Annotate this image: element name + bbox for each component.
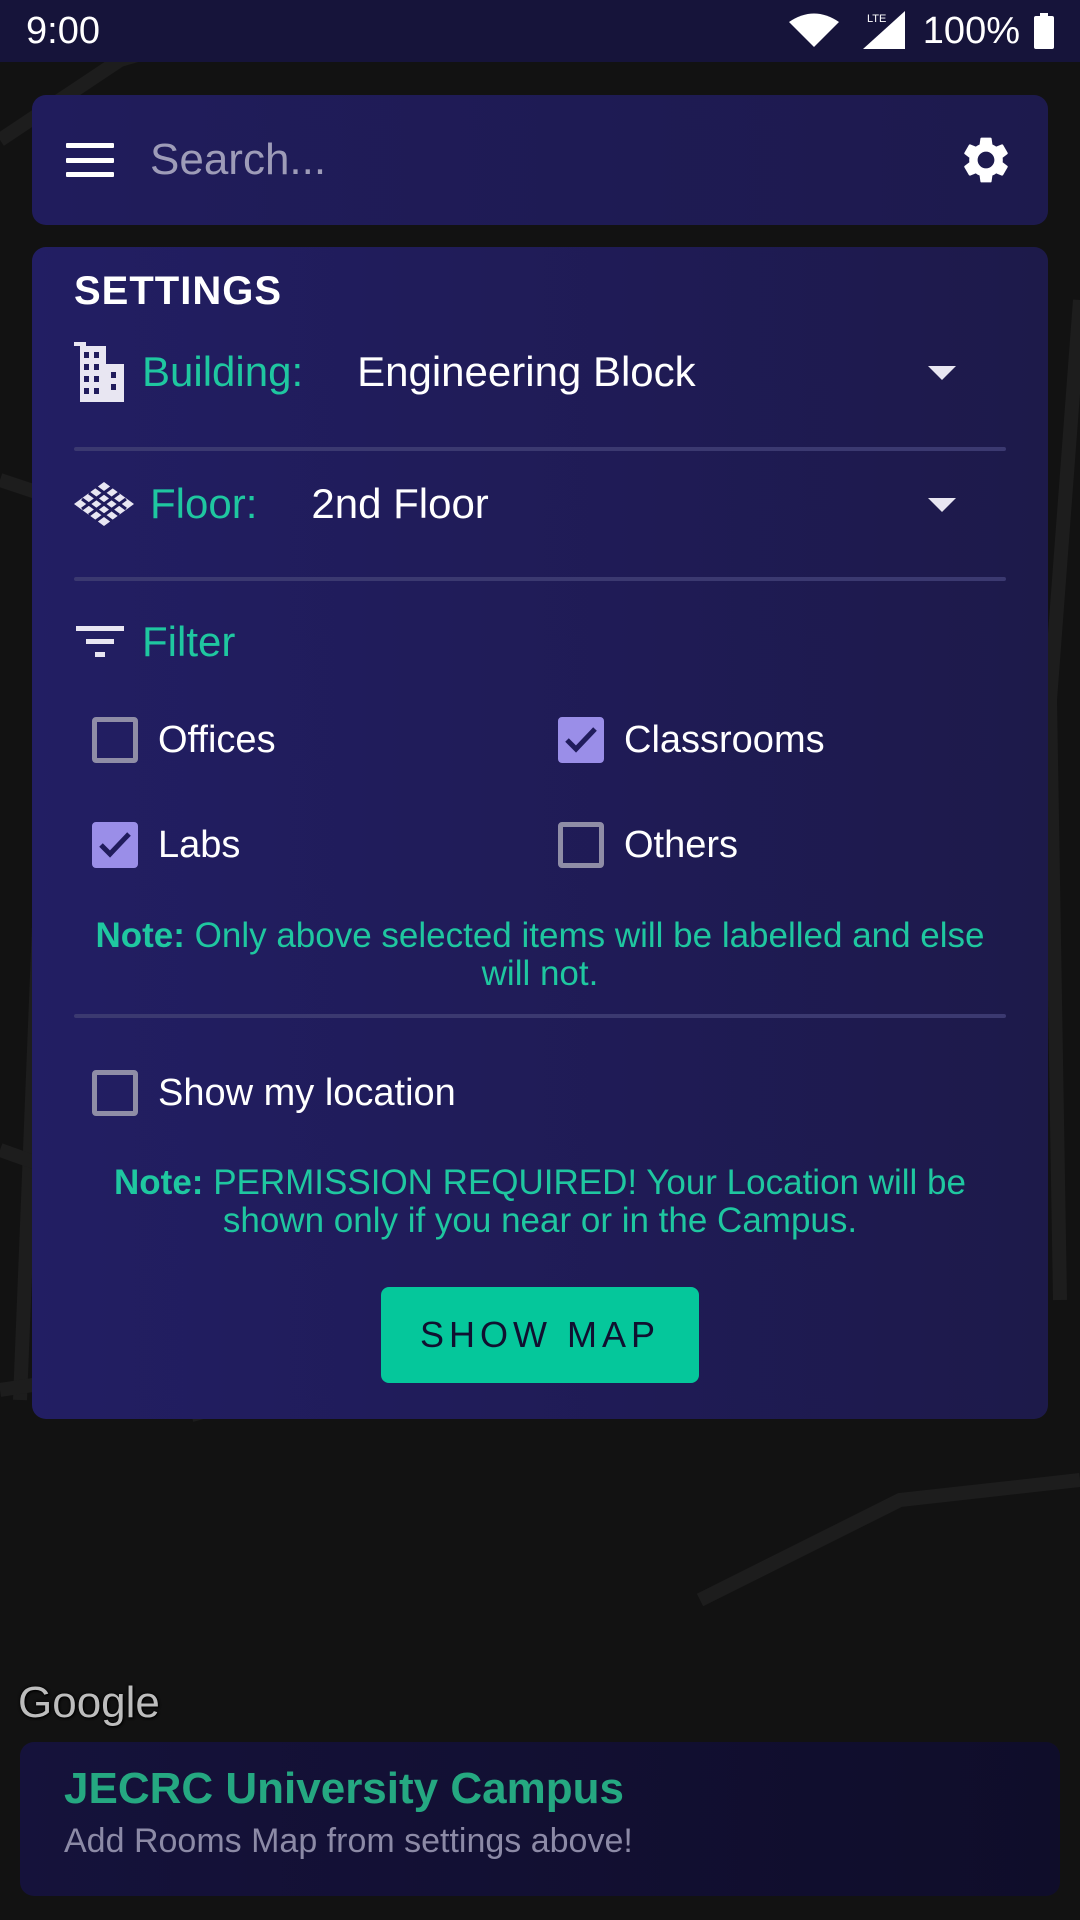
- divider: [74, 1014, 1006, 1018]
- checkbox-box: [558, 717, 604, 763]
- network-type-label: LTE: [867, 13, 886, 25]
- show-map-button[interactable]: SHOW MAP: [381, 1287, 699, 1383]
- checkbox-box: [558, 822, 604, 868]
- filter-offices-checkbox[interactable]: Offices: [92, 717, 276, 763]
- show-location-checkbox[interactable]: Show my location: [92, 1070, 456, 1116]
- location-note-prefix: Note:: [114, 1163, 204, 1202]
- checkbox-box: [92, 1070, 138, 1116]
- checkbox-box: [92, 717, 138, 763]
- filter-classrooms-checkbox[interactable]: Classrooms: [558, 717, 825, 763]
- show-location-label: Show my location: [158, 1071, 456, 1114]
- floor-value: 2nd Floor: [311, 480, 489, 527]
- floor-dropdown-arrow-icon: [928, 498, 956, 512]
- filter-note-prefix: Note:: [95, 916, 185, 955]
- settings-title: SETTINGS: [74, 269, 283, 313]
- building-value: Engineering Block: [357, 348, 696, 395]
- filter-label: Filter: [142, 618, 236, 665]
- google-logo: Google: [18, 1678, 160, 1727]
- filter-others-label: Others: [624, 823, 739, 866]
- campus-title: JECRC University Campus: [64, 1764, 624, 1813]
- filter-classrooms-label: Classrooms: [624, 718, 825, 761]
- divider: [74, 577, 1006, 581]
- building-label: Building:: [142, 348, 304, 395]
- floor-layers-icon: [74, 482, 134, 526]
- filter-labs-checkbox[interactable]: Labs: [92, 822, 240, 868]
- wifi-icon: [788, 13, 839, 47]
- checkbox-box: [92, 822, 138, 868]
- filter-others-checkbox[interactable]: Others: [558, 822, 738, 868]
- building-select[interactable]: Building: Engineering Block: [74, 317, 1006, 427]
- filter-offices-label: Offices: [158, 718, 276, 761]
- battery-percent: 100%: [922, 9, 1020, 52]
- search-input[interactable]: [150, 120, 958, 200]
- cell-signal-icon: LTE: [862, 11, 905, 49]
- menu-icon[interactable]: [66, 143, 114, 177]
- campus-subtitle: Add Rooms Map from settings above!: [64, 1822, 633, 1860]
- filter-note: Note: Only above selected items will be …: [74, 917, 1006, 993]
- filter-labs-label: Labs: [158, 823, 241, 866]
- status-time: 9:00: [26, 9, 100, 52]
- floor-select[interactable]: Floor: 2nd Floor: [74, 449, 1006, 559]
- settings-panel: SETTINGS Building: Engineering Block Flo…: [32, 247, 1048, 1419]
- floor-label: Floor:: [150, 480, 258, 527]
- building-icon: [74, 342, 124, 402]
- campus-info-card[interactable]: JECRC University Campus Add Rooms Map fr…: [20, 1742, 1060, 1896]
- gear-icon[interactable]: [958, 132, 1014, 188]
- search-bar: [32, 95, 1048, 225]
- filter-icon: [76, 626, 124, 657]
- location-note-text: PERMISSION REQUIRED! Your Location will …: [213, 1163, 966, 1240]
- status-icons: LTE 100%: [788, 9, 1054, 53]
- building-dropdown-arrow-icon: [928, 366, 956, 380]
- status-bar: 9:00 LTE 100%: [0, 0, 1080, 62]
- filter-note-text: Only above selected items will be labell…: [194, 916, 985, 993]
- location-note: Note: PERMISSION REQUIRED! Your Location…: [74, 1164, 1006, 1240]
- battery-icon: [1034, 13, 1054, 49]
- filter-header: Filter: [74, 607, 235, 677]
